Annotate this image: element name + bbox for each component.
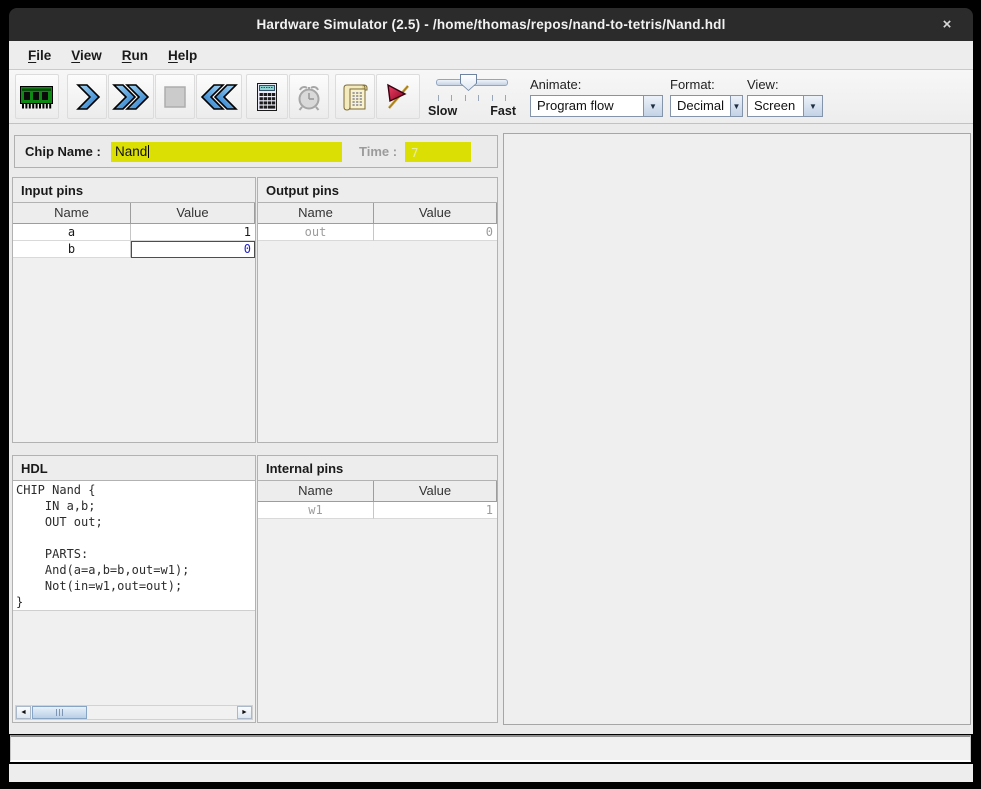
output-pins-title: Output pins: [258, 178, 497, 203]
pin-name: a: [13, 224, 131, 241]
input-pins-table: Name Value a 1 b 0: [13, 203, 255, 258]
menu-file[interactable]: File: [18, 48, 61, 63]
single-step-button[interactable]: [67, 74, 107, 119]
slider-labels: Slow Fast: [428, 104, 516, 118]
hdl-horizontal-scrollbar[interactable]: ◄ ►: [15, 705, 253, 720]
pin-value[interactable]: 1: [131, 224, 255, 241]
stop-icon: [163, 85, 187, 109]
clock-icon: [294, 82, 324, 112]
chip-name-bar: Chip Name : Nand Time : 7: [14, 135, 498, 168]
view-select[interactable]: Screen ▼: [747, 95, 823, 117]
fast-label: Fast: [490, 104, 516, 118]
pin-name: w1: [258, 502, 374, 519]
close-icon[interactable]: ×: [933, 8, 961, 41]
calculator-icon: [253, 81, 281, 113]
chevron-down-icon[interactable]: ▼: [730, 96, 742, 116]
chevron-down-icon[interactable]: ▼: [643, 96, 662, 116]
input-pins-panel: Input pins Name Value a 1 b 0: [12, 177, 256, 443]
column-header-value: Value: [374, 481, 497, 502]
slow-label: Slow: [428, 104, 457, 118]
pin-name: b: [13, 241, 131, 258]
format-group: Format: Decimal ▼: [670, 77, 743, 117]
column-header-name: Name: [13, 203, 131, 224]
column-header-value: Value: [374, 203, 497, 224]
animate-group: Animate: Program flow ▼: [530, 77, 663, 117]
animate-select[interactable]: Program flow ▼: [530, 95, 663, 117]
time-field: 7: [405, 142, 471, 162]
menu-view[interactable]: View: [61, 48, 112, 63]
window-title: Hardware Simulator (2.5) - /home/thomas/…: [256, 17, 725, 32]
scrollbar-track[interactable]: [31, 706, 237, 719]
menu-bar: File View Run Help: [9, 41, 973, 70]
single-step-icon: [72, 82, 102, 112]
internal-pins-panel: Internal pins Name Value w1 1: [257, 455, 498, 723]
view-script-button[interactable]: [335, 74, 375, 119]
view-label: View:: [747, 77, 823, 92]
pin-value: 1: [374, 502, 497, 519]
script-icon: [340, 81, 370, 113]
slider-ticks: [438, 95, 506, 101]
run-button[interactable]: [108, 74, 154, 119]
scrollbar-thumb[interactable]: [32, 706, 87, 719]
slider-thumb-face: [461, 75, 476, 90]
internal-pins-title: Internal pins: [258, 456, 497, 481]
pin-value-editing[interactable]: 0: [131, 241, 255, 258]
menu-run[interactable]: Run: [112, 48, 158, 63]
output-pins-table: Name Value out 0: [258, 203, 497, 241]
internal-pins-table: Name Value w1 1: [258, 481, 497, 519]
app-window: Hardware Simulator (2.5) - /home/thomas/…: [0, 0, 981, 789]
load-chip-button[interactable]: [15, 74, 59, 119]
column-header-value: Value: [131, 203, 255, 224]
chevron-down-icon[interactable]: ▼: [803, 96, 822, 116]
main-content: Chip Name : Nand Time : 7 Input pins Nam…: [9, 124, 973, 734]
animate-label: Animate:: [530, 77, 663, 92]
title-bar: Hardware Simulator (2.5) - /home/thomas/…: [9, 8, 973, 41]
output-pins-panel: Output pins Name Value out 0: [257, 177, 498, 443]
reset-button[interactable]: [196, 74, 242, 119]
view-group: View: Screen ▼: [747, 77, 823, 117]
pin-value: 0: [374, 224, 497, 241]
chip-display-panel: [503, 133, 971, 725]
load-chip-icon: [19, 83, 55, 111]
slider-thumb[interactable]: [460, 74, 477, 91]
reset-icon: [199, 82, 239, 112]
stop-button[interactable]: [155, 74, 195, 119]
speed-slider: Slow Fast: [428, 73, 516, 121]
column-header-name: Name: [258, 203, 374, 224]
clock-button[interactable]: [289, 74, 329, 119]
toolbar: Slow Fast Animate: Program flow ▼ Format…: [9, 70, 973, 124]
breakpoint-flag-icon: [382, 81, 414, 113]
hdl-code[interactable]: CHIP Nand { IN a,b; OUT out; PARTS: And(…: [13, 481, 255, 611]
time-label: Time :: [359, 144, 397, 159]
bottom-strip: [9, 764, 973, 782]
hdl-panel: HDL CHIP Nand { IN a,b; OUT out; PARTS: …: [12, 455, 256, 723]
pin-name: out: [258, 224, 374, 241]
chip-name-input[interactable]: Nand: [111, 142, 342, 162]
input-pins-title: Input pins: [13, 178, 255, 203]
breakpoints-button[interactable]: [376, 74, 420, 119]
run-icon: [111, 82, 151, 112]
chip-name-label: Chip Name :: [25, 144, 101, 159]
scroll-left-icon[interactable]: ◄: [16, 706, 31, 719]
format-label: Format:: [670, 77, 743, 92]
scroll-right-icon[interactable]: ►: [237, 706, 252, 719]
column-header-name: Name: [258, 481, 374, 502]
status-message-bar: [10, 735, 971, 762]
menu-help[interactable]: Help: [158, 48, 207, 63]
format-select[interactable]: Decimal ▼: [670, 95, 743, 117]
hdl-title: HDL: [13, 456, 255, 481]
calculator-button[interactable]: [246, 74, 288, 119]
